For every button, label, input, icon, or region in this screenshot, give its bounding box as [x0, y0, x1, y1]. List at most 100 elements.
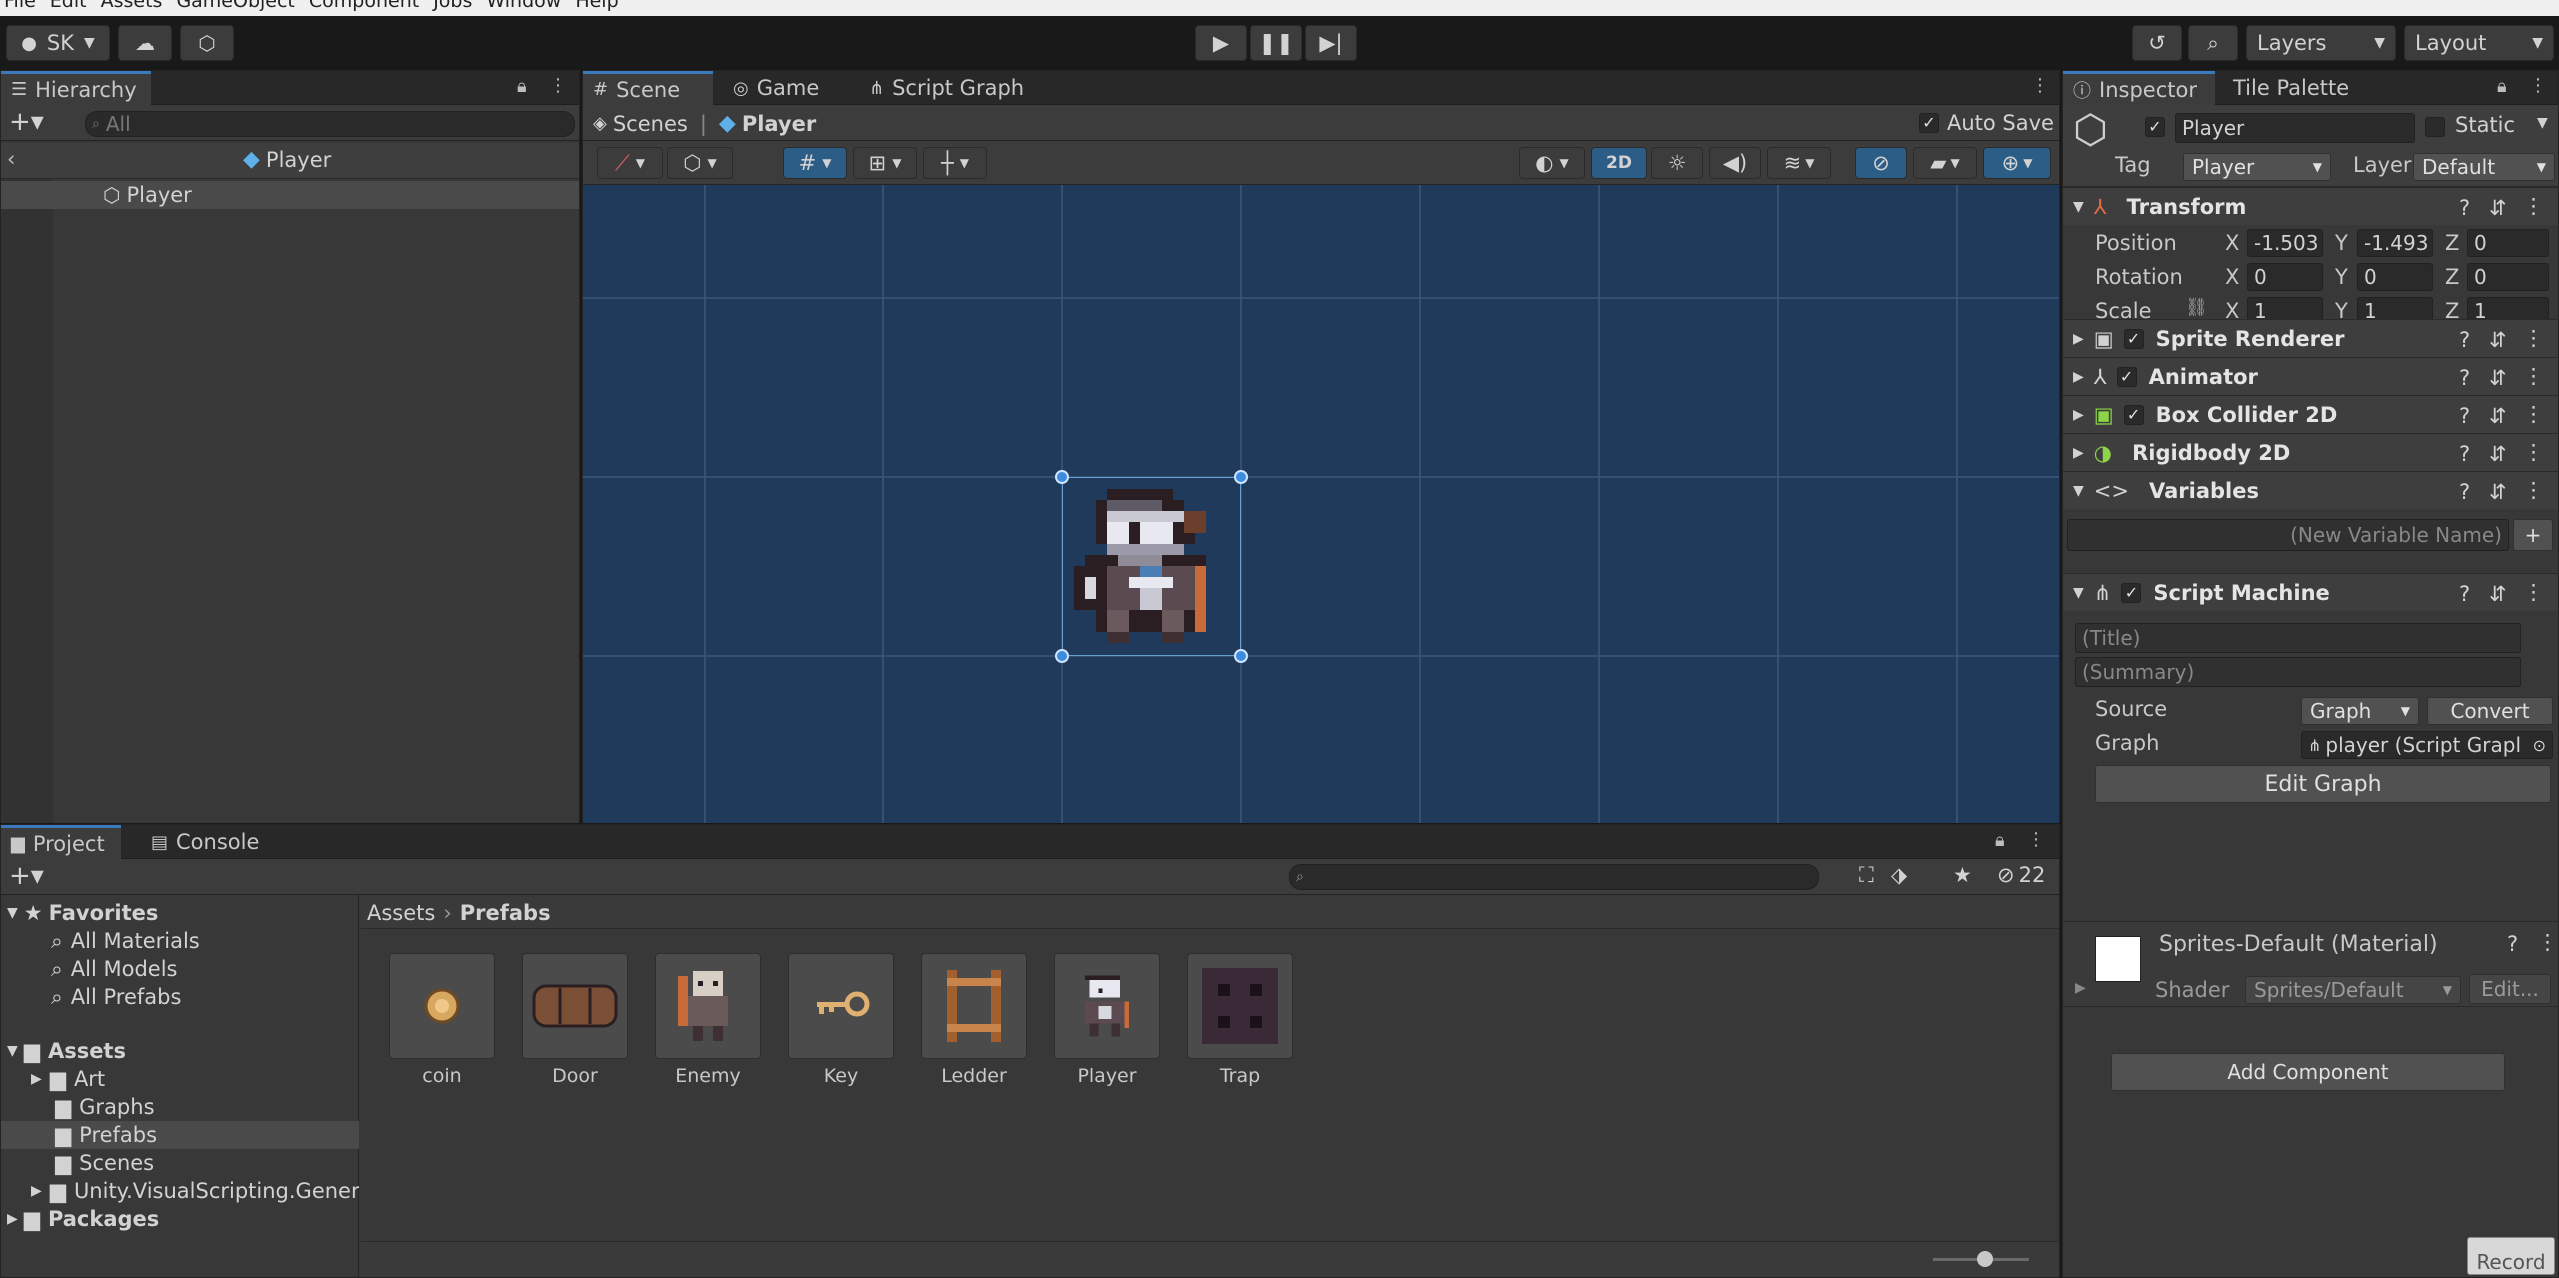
summary-input[interactable]: (Summary): [2075, 657, 2521, 687]
position-y-field[interactable]: -1.493: [2357, 229, 2433, 257]
menu-component[interactable]: Component: [309, 0, 419, 12]
more-icon[interactable]: ⋮: [2523, 580, 2544, 604]
tree-item[interactable]: ⌕ All Prefabs: [1, 983, 359, 1011]
layers-dropdown[interactable]: Layers ▼: [2246, 25, 2396, 61]
layout-dropdown[interactable]: Layout ▼: [2404, 25, 2554, 61]
asset-player[interactable]: [1054, 953, 1160, 1059]
rect-handle[interactable]: [1234, 470, 1248, 484]
grid-snap-dropdown[interactable]: # ▼: [783, 147, 847, 179]
tab-console[interactable]: ▤ Console: [141, 825, 281, 859]
title-input[interactable]: (Title): [2075, 623, 2521, 653]
back-icon[interactable]: ‹: [7, 147, 15, 171]
preset-icon[interactable]: ⇵: [2489, 442, 2507, 466]
active-checkbox[interactable]: ✓: [2145, 117, 2165, 137]
hidden-packages-toggle[interactable]: ⊘ 22: [1997, 863, 2045, 887]
menu-window[interactable]: Window: [486, 0, 561, 12]
path-assets[interactable]: Assets: [367, 901, 435, 925]
menu-edit[interactable]: Edit: [50, 0, 87, 12]
more-icon[interactable]: ⋮: [2031, 75, 2049, 96]
tree-folder[interactable]: ▶ ▆ Art: [1, 1065, 359, 1093]
cloud-button[interactable]: ☁: [118, 25, 172, 61]
object-picker-icon[interactable]: ⊙: [2533, 736, 2546, 755]
component-sprite-renderer[interactable]: ▶ ▣ ✓ Sprite Renderer ? ⇵ ⋮: [2063, 319, 2558, 357]
more-icon[interactable]: ⋮: [2523, 194, 2544, 218]
filter-type-icon[interactable]: ⛶: [1859, 863, 1874, 888]
increment-snap-dropdown[interactable]: ⊞ ▼: [853, 147, 917, 179]
tree-folder[interactable]: ▆ Graphs: [1, 1093, 359, 1121]
help-icon[interactable]: ?: [2459, 442, 2470, 466]
add-icon[interactable]: +▾: [9, 107, 44, 137]
label-icon[interactable]: ⬗: [1891, 863, 1907, 887]
component-animator[interactable]: ▶ ⅄ ✓ Animator ? ⇵ ⋮: [2063, 357, 2558, 395]
more-icon[interactable]: ⋮: [2537, 930, 2558, 954]
help-icon[interactable]: ?: [2459, 366, 2470, 390]
object-name-field[interactable]: Player: [2175, 113, 2415, 143]
help-icon[interactable]: ?: [2507, 932, 2518, 956]
play-button[interactable]: ▶: [1195, 25, 1247, 61]
add-variable-button[interactable]: +: [2513, 519, 2553, 551]
more-icon[interactable]: ⋮: [2523, 478, 2544, 502]
preset-icon[interactable]: ⇵: [2489, 366, 2507, 390]
menu-jobs[interactable]: Jobs: [433, 0, 472, 12]
tab-game[interactable]: ◎ Game: [723, 71, 853, 105]
help-icon[interactable]: ?: [2459, 196, 2470, 220]
graph-object-field[interactable]: ⋔ player (Script Grapl ⊙: [2301, 731, 2553, 759]
help-icon[interactable]: ?: [2459, 480, 2470, 504]
rotation-y-field[interactable]: 0: [2357, 263, 2433, 291]
more-icon[interactable]: ⋮: [2523, 440, 2544, 464]
tree-folder[interactable]: ▶ ▆ Unity.VisualScripting.Genera: [1, 1177, 359, 1205]
expand-right-icon[interactable]: ▶: [2075, 980, 2086, 996]
asset-key[interactable]: [788, 953, 894, 1059]
tree-packages[interactable]: ▶ ▆ Packages: [1, 1205, 359, 1233]
link-icon[interactable]: ⛓: [2185, 297, 2208, 318]
new-variable-name-input[interactable]: (New Variable Name): [2067, 519, 2509, 551]
asset-enemy[interactable]: [655, 953, 761, 1059]
breadcrumb-scenes[interactable]: Scenes: [613, 112, 688, 136]
asset-door[interactable]: [522, 953, 628, 1059]
tab-tile-palette[interactable]: Tile Palette: [2223, 71, 2393, 105]
tab-script-graph[interactable]: ⋔ Script Graph: [859, 71, 1059, 105]
more-icon[interactable]: ⋮: [2523, 326, 2544, 350]
menu-gameobject[interactable]: GameObject: [176, 0, 294, 12]
component-box-collider-2d[interactable]: ▶ ▣ ✓ Box Collider 2D ? ⇵ ⋮: [2063, 395, 2558, 433]
layer-dropdown[interactable]: Default ▼: [2413, 153, 2555, 181]
tree-folder-selected[interactable]: ▆ Prefabs: [1, 1121, 359, 1149]
pause-button[interactable]: ❚❚: [1250, 25, 1302, 61]
breadcrumb-item[interactable]: ◆ Player: [243, 147, 331, 172]
audio-toggle[interactable]: ◀): [1709, 147, 1761, 179]
autosave-toggle[interactable]: ✓ Auto Save: [1919, 111, 2054, 135]
tag-dropdown[interactable]: Player ▼: [2183, 153, 2331, 181]
convert-button[interactable]: Convert: [2427, 697, 2553, 725]
record-button[interactable]: Record: [2467, 1237, 2555, 1275]
source-dropdown[interactable]: Graph ▼: [2301, 697, 2419, 725]
scene-viewport[interactable]: [583, 185, 2059, 823]
draw-mode-dropdown[interactable]: ⟋ ▼: [597, 147, 663, 179]
help-icon[interactable]: ?: [2459, 582, 2470, 606]
camera-dropdown[interactable]: ▰ ▼: [1913, 147, 1977, 179]
project-search-input[interactable]: ⌕: [1289, 864, 1819, 890]
ruler-dropdown[interactable]: ┼ ▼: [923, 147, 987, 179]
rotation-x-field[interactable]: 0: [2247, 263, 2323, 291]
rect-handle[interactable]: [1234, 649, 1248, 663]
rect-handle[interactable]: [1055, 470, 1069, 484]
position-x-field[interactable]: -1.503: [2247, 229, 2323, 257]
more-icon[interactable]: ⋮: [2523, 364, 2544, 388]
position-z-field[interactable]: 0: [2467, 229, 2549, 257]
shader-dropdown[interactable]: Sprites/Default ▼: [2245, 976, 2461, 1004]
lock-icon[interactable]: 🔒︎: [2497, 76, 2507, 97]
tab-project[interactable]: ▆ Project: [1, 825, 121, 859]
path-prefabs[interactable]: Prefabs: [460, 901, 551, 925]
tab-inspector[interactable]: ⓘ Inspector: [2063, 71, 2215, 105]
visibility-toggle[interactable]: ⊘: [1855, 147, 1907, 179]
component-transform[interactable]: ▼ ⅄ Transform ? ⇵ ⋮: [2063, 187, 2558, 225]
breadcrumb-player[interactable]: Player: [742, 112, 816, 136]
preset-icon[interactable]: ⇵: [2489, 582, 2507, 606]
add-icon[interactable]: +▾: [9, 861, 44, 891]
preset-icon[interactable]: ⇵: [2489, 480, 2507, 504]
preset-icon[interactable]: ⇵: [2489, 328, 2507, 352]
chevron-down-icon[interactable]: ▼: [2537, 115, 2548, 131]
tree-folder[interactable]: ▆ Scenes: [1, 1149, 359, 1177]
step-button[interactable]: ▶|: [1305, 25, 1357, 61]
account-dropdown[interactable]: ● SK ▼: [6, 25, 110, 61]
history-button[interactable]: ↺: [2132, 25, 2182, 61]
